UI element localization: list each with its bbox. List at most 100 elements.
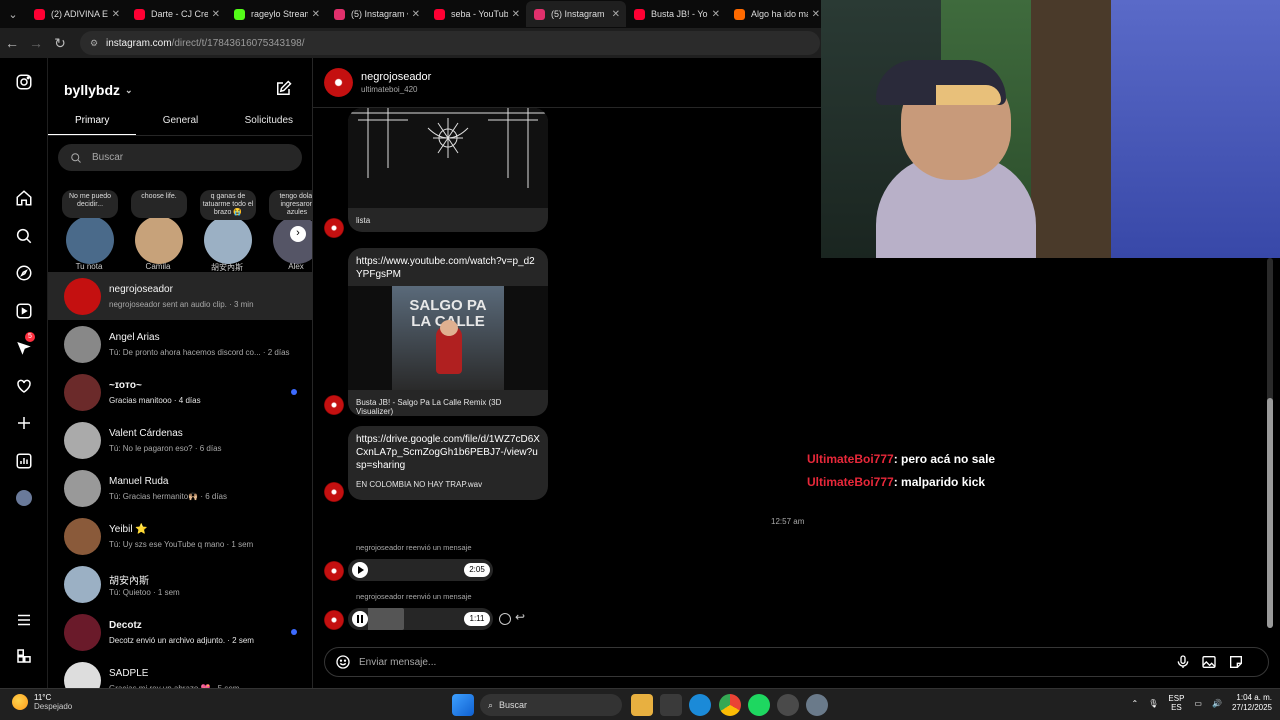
tab-primary[interactable]: Primary (48, 110, 137, 135)
heart-icon[interactable] (14, 376, 34, 396)
avatar (64, 278, 101, 315)
thread-row[interactable]: negrojoseador negrojoseador sent an audio… (48, 272, 312, 320)
pause-icon[interactable] (352, 611, 368, 627)
scrollbar[interactable] (1267, 258, 1273, 628)
note-bubble: q ganas de tatuarme todo el brazo 😭 (200, 190, 256, 220)
thread-row[interactable]: Valent Cárdenas Tú: No le pagaron eso? · … (48, 416, 312, 464)
create-icon[interactable] (14, 413, 34, 433)
more-menu-icon[interactable] (14, 610, 34, 630)
react-emoji-icon[interactable] (499, 613, 511, 625)
thread-row[interactable]: Manuel Ruda Tú: Gracias hermanito🙌🏼 · 6 d… (48, 464, 312, 512)
reply-icon[interactable]: ↩ (515, 610, 525, 624)
dashboard-icon[interactable] (14, 451, 34, 471)
url-host: instagram.com (106, 37, 172, 49)
tab-general[interactable]: General (136, 110, 224, 135)
search-input[interactable]: Buscar (58, 144, 302, 171)
browser-tab[interactable]: (5) Instagram ✕ (526, 1, 626, 27)
tab-requests[interactable]: Solicitudes (225, 110, 312, 135)
close-tab-icon[interactable]: ✕ (112, 9, 120, 20)
search-icon[interactable] (14, 226, 34, 246)
link-message-youtube[interactable]: https://www.youtube.com/watch?v=p_d2YPFg… (348, 248, 548, 416)
drive-link[interactable]: https://drive.google.com/file/d/1WZ7cD6X… (348, 426, 548, 472)
reload-icon[interactable]: ↻ (48, 35, 72, 52)
browser-tab[interactable]: (5) Instagram • ✕ (326, 1, 426, 27)
image-icon[interactable] (1201, 654, 1217, 670)
language-code: ESP (1168, 694, 1185, 703)
browser-tab[interactable]: Busta JB! - You ✕ (626, 1, 726, 27)
reels-icon[interactable] (14, 301, 34, 321)
spotify-icon[interactable] (748, 694, 770, 716)
also-from-meta-icon[interactable] (14, 646, 34, 666)
tab-search-icon[interactable]: ⌄ (0, 8, 26, 21)
weather-widget[interactable]: 11°C Despejado (12, 693, 72, 711)
site-info-icon[interactable]: ⚙ (90, 38, 100, 49)
video-thumbnail[interactable]: SALGO PA LA CALLE (348, 286, 548, 390)
browser-tab[interactable]: seba - YouTube ✕ (426, 1, 526, 27)
thread-row[interactable]: ~ɪᴏᴛᴏ~ Gracias manitooo · 4 días (48, 368, 312, 416)
network-icon[interactable]: ▭ (1194, 699, 1202, 708)
audio-duration: 2:05 (464, 563, 490, 577)
search-icon (71, 152, 81, 163)
emoji-icon[interactable] (335, 654, 351, 670)
microphone-icon[interactable] (1175, 654, 1191, 670)
chevron-up-icon[interactable]: ⌃ (1132, 699, 1139, 708)
close-tab-icon[interactable]: ✕ (712, 9, 720, 20)
thread-row[interactable]: SADPLEGracias mi rey un abrazo 💖 · 5 sem (48, 656, 312, 688)
settings-gear-icon[interactable] (806, 694, 828, 716)
message-composer[interactable]: Enviar mensaje... (324, 647, 1269, 677)
back-icon[interactable]: ← (0, 35, 24, 51)
close-tab-icon[interactable]: ✕ (512, 9, 520, 20)
chat-avatar[interactable] (324, 68, 353, 97)
file-explorer-icon[interactable] (631, 694, 653, 716)
chevron-right-icon[interactable]: › (290, 226, 306, 242)
close-tab-icon[interactable]: ✕ (612, 9, 620, 20)
thread-row[interactable]: 胡安內斯 Tú: Quietoo · 1 sem (48, 560, 312, 608)
close-tab-icon[interactable]: ✕ (812, 9, 820, 20)
store-icon[interactable] (660, 694, 682, 716)
sender-avatar[interactable] (324, 610, 344, 630)
close-tab-icon[interactable]: ✕ (412, 9, 420, 20)
forwarded-label: negrojoseador reenvió un mensaje (356, 543, 472, 552)
browser-tab[interactable]: Darte - CJ Crew ✕ (126, 1, 226, 27)
home-icon[interactable] (14, 188, 34, 208)
sender-avatar[interactable] (324, 395, 344, 415)
browser-tab[interactable]: (2) ADIVINA EL ✕ (26, 1, 126, 27)
start-icon[interactable] (452, 694, 474, 716)
browser-tab[interactable]: rageylo Stream ✕ (226, 1, 326, 27)
account-switcher[interactable]: byllybdz ⌄ (64, 82, 133, 98)
profile-avatar[interactable] (14, 488, 34, 508)
sender-avatar[interactable] (324, 561, 344, 581)
close-tab-icon[interactable]: ✕ (312, 9, 320, 20)
explore-icon[interactable] (14, 263, 34, 283)
forward-icon[interactable]: → (24, 35, 48, 51)
youtube-link[interactable]: https://www.youtube.com/watch?v=p_d2YPFg… (348, 248, 548, 281)
sticker-icon[interactable] (1228, 654, 1244, 670)
sender-avatar[interactable] (324, 482, 344, 502)
thread-preview: Tú: Quietoo · 1 sem (109, 588, 180, 597)
taskbar-search[interactable]: ⌕ Buscar (480, 694, 622, 716)
thread-name: negrojoseador (109, 284, 173, 295)
obs-icon[interactable] (777, 694, 799, 716)
new-message-icon[interactable] (274, 80, 292, 98)
scrollbar-thumb[interactable] (1267, 398, 1273, 628)
sender-avatar[interactable] (324, 218, 344, 238)
image-message[interactable]: lista (348, 108, 548, 232)
microphone-icon[interactable]: 🎙 (1148, 699, 1158, 708)
language-indicator[interactable]: ESP ES (1168, 694, 1184, 712)
link-message-drive[interactable]: https://drive.google.com/file/d/1WZ7cD6X… (348, 426, 548, 500)
clock[interactable]: 1:04 a. m. 27/12/2025 (1232, 693, 1272, 713)
browser-tab[interactable]: Algo ha ido mal ✕ (726, 1, 826, 27)
volume-icon[interactable]: 🔊 (1212, 699, 1222, 708)
play-icon[interactable] (352, 562, 368, 578)
note-bubble: choose life. (131, 190, 187, 218)
chrome-icon[interactable] (719, 694, 741, 716)
instagram-logo-icon[interactable] (14, 72, 34, 92)
url-field[interactable]: ⚙ instagram.com/direct/t/178436160753431… (80, 31, 820, 55)
thread-row[interactable]: Decotz Decotz envió un archivo adjunto. ·… (48, 608, 312, 656)
thread-row[interactable]: Yeibil ⭐ Tú: Uy szs ese YouTube q mano · … (48, 512, 312, 560)
thread-row[interactable]: Angel Arias Tú: De pronto ahora hacemos d… (48, 320, 312, 368)
edge-icon[interactable] (689, 694, 711, 716)
audio-progress-fill[interactable] (368, 608, 404, 630)
close-tab-icon[interactable]: ✕ (212, 9, 220, 20)
messages-icon[interactable]: 5 (14, 332, 35, 358)
